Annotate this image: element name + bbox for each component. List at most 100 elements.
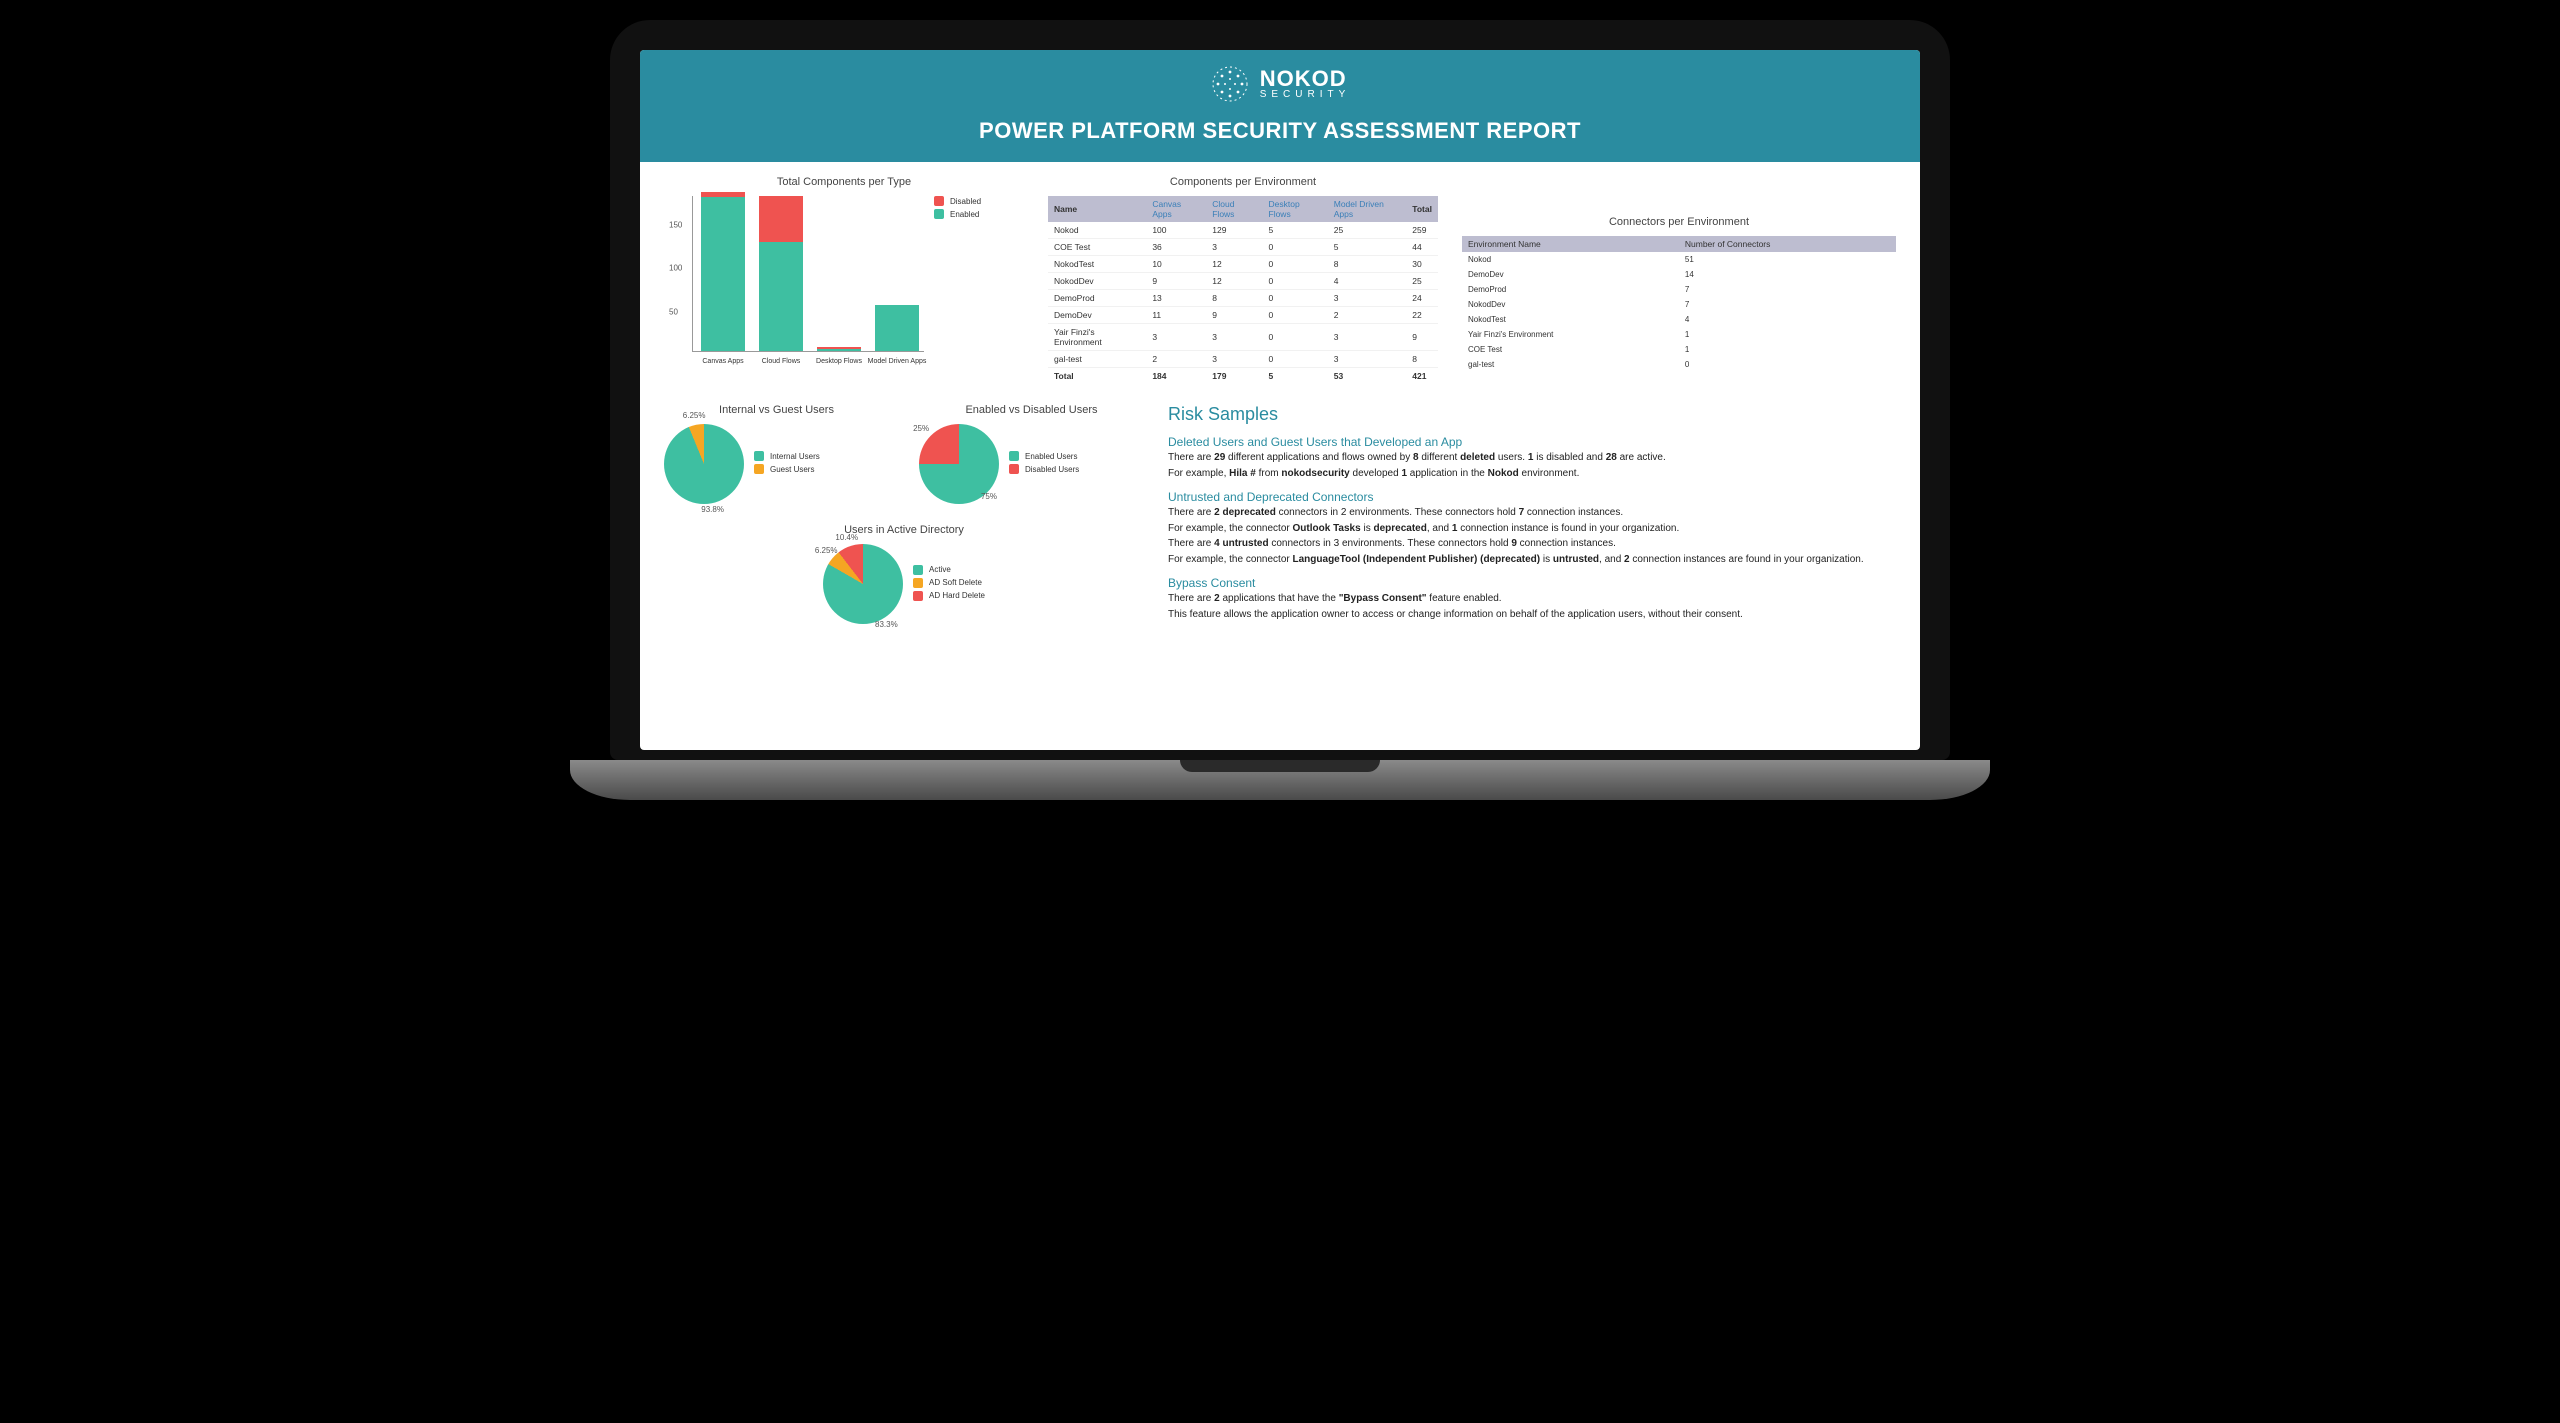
table-cell: 5 (1328, 239, 1407, 256)
pie-section: Internal vs Guest Users 93.8%6.25% Inter… (664, 404, 1144, 624)
table-cell: 9 (1406, 324, 1438, 351)
table-cell: 3 (1206, 324, 1262, 351)
table-cell: 24 (1406, 290, 1438, 307)
table-cell: 3 (1328, 290, 1407, 307)
table-cell: 25 (1406, 273, 1438, 290)
legend-item: Enabled Users (1009, 451, 1079, 461)
laptop-notch (1180, 760, 1380, 772)
table-cell: 30 (1406, 256, 1438, 273)
table-cell: 7 (1679, 282, 1896, 297)
bar-segment (759, 196, 803, 242)
bar: Cloud Flows (759, 196, 803, 351)
bar-chart: 50100150Canvas AppsCloud FlowsDesktop Fl… (664, 196, 924, 366)
connectors-table: Environment NameNumber of Connectors Nok… (1462, 236, 1896, 372)
pie-slice-label: 6.25% (683, 411, 706, 420)
table-header: Canvas Apps (1146, 196, 1206, 222)
table-header: Desktop Flows (1263, 196, 1328, 222)
pie-internal-guest: 93.8%6.25% (664, 424, 744, 504)
bar-category-label: Model Driven Apps (867, 358, 927, 365)
table-cell: 8 (1206, 290, 1262, 307)
bar-category-label: Desktop Flows (809, 358, 869, 365)
bar-chart-section: Total Components per Type 50100150Canvas… (664, 176, 1024, 384)
table-cell: 0 (1263, 307, 1328, 324)
legend-label: Enabled Users (1025, 452, 1077, 461)
table-cell: 7 (1679, 297, 1896, 312)
bar: Desktop Flows (817, 347, 861, 351)
legend-item: AD Hard Delete (913, 591, 985, 601)
risk-s2-title: Untrusted and Deprecated Connectors (1168, 490, 1896, 504)
table-row: Yair Finzi's Environment1 (1462, 327, 1896, 342)
legend-label: Disabled (950, 197, 981, 206)
swatch (754, 451, 764, 461)
legend-label: AD Hard Delete (929, 591, 985, 600)
report-body: Total Components per Type 50100150Canvas… (640, 162, 1920, 638)
table-row: DemoDev1190222 (1048, 307, 1438, 324)
table-row: NokodDev7 (1462, 297, 1896, 312)
table-footer-cell: 421 (1406, 368, 1438, 385)
brand-name: NOKOD SECURITY (1260, 68, 1351, 100)
legend-item: Internal Users (754, 451, 820, 461)
table-row: NokodDev9120425 (1048, 273, 1438, 290)
swatch (913, 565, 923, 575)
table-cell: 3 (1146, 324, 1206, 351)
swatch (754, 464, 764, 474)
table-cell: 12 (1206, 256, 1262, 273)
table-cell: 9 (1146, 273, 1206, 290)
table-header: Environment Name (1462, 236, 1679, 252)
table-cell: 0 (1263, 290, 1328, 307)
legend-item: Guest Users (754, 464, 820, 474)
legend-label: Disabled Users (1025, 465, 1079, 474)
table-cell: 0 (1263, 256, 1328, 273)
table-cell: 8 (1328, 256, 1407, 273)
legend-item: Disabled Users (1009, 464, 1079, 474)
table-cell: 1 (1679, 327, 1896, 342)
pie-slice-label: 75% (981, 492, 997, 501)
legend-item: Enabled (934, 209, 981, 219)
risk-s3-title: Bypass Consent (1168, 576, 1896, 590)
table-row: NokodTest10120830 (1048, 256, 1438, 273)
table-cell: Yair Finzi's Environment (1048, 324, 1146, 351)
connectors-table-title: Connectors per Environment (1462, 216, 1896, 228)
legend-label: Enabled (950, 210, 979, 219)
bar-chart-title: Total Components per Type (664, 176, 1024, 188)
table-cell: 259 (1406, 222, 1438, 239)
swatch (934, 209, 944, 219)
table-cell: 129 (1206, 222, 1262, 239)
table-cell: 10 (1146, 256, 1206, 273)
bar: Model Driven Apps (875, 305, 919, 351)
table-header: Number of Connectors (1679, 236, 1896, 252)
table-cell: 36 (1146, 239, 1206, 256)
swatch (913, 578, 923, 588)
table-row: COE Test1 (1462, 342, 1896, 357)
bar-category-label: Cloud Flows (751, 358, 811, 365)
bar-segment (817, 349, 861, 351)
table-cell: gal-test (1462, 357, 1679, 372)
pie1-legend: Internal Users Guest Users (754, 451, 820, 477)
legend-label: Internal Users (770, 452, 820, 461)
swatch (913, 591, 923, 601)
legend-label: Active (929, 565, 951, 574)
risk-s1-p2: For example, Hila # from nokodsecurity d… (1168, 467, 1896, 481)
table-cell: 2 (1146, 351, 1206, 368)
table-header: Cloud Flows (1206, 196, 1262, 222)
nokod-icon (1210, 64, 1250, 104)
table-cell: 4 (1679, 312, 1896, 327)
y-tick: 50 (669, 307, 678, 316)
pie-slice-label: 6.25% (815, 546, 838, 555)
bar-segment (759, 242, 803, 351)
pie-enabled-disabled: 75%25% (919, 424, 999, 504)
swatch (1009, 464, 1019, 474)
bar-legend: Disabled Enabled (934, 196, 981, 366)
table-cell: 13 (1146, 290, 1206, 307)
components-table-section: Components per Environment NameCanvas Ap… (1048, 176, 1438, 384)
laptop-frame: NOKOD SECURITY POWER PLATFORM SECURITY A… (610, 20, 1950, 760)
table-row: Nokod100129525259 (1048, 222, 1438, 239)
components-table-title: Components per Environment (1048, 176, 1438, 188)
pie-slice-label: 93.8% (701, 505, 724, 514)
table-cell: DemoDev (1048, 307, 1146, 324)
table-cell: 8 (1406, 351, 1438, 368)
table-footer-cell: 179 (1206, 368, 1262, 385)
risk-s3-p2: This feature allows the application owne… (1168, 608, 1896, 622)
table-cell: NokodDev (1462, 297, 1679, 312)
table-cell: NokodDev (1048, 273, 1146, 290)
